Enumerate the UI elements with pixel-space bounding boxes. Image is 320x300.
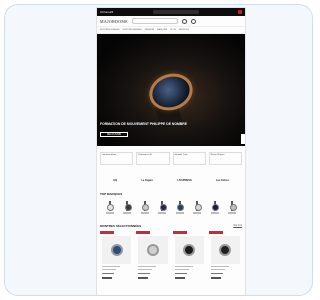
product-name-line	[210, 268, 225, 270]
watch-face	[194, 204, 202, 211]
main-nav: MONTRES HOMMES MONTRES FEMMES PREMIUM MA…	[97, 27, 245, 34]
product-name-line	[138, 268, 153, 270]
watch-face	[107, 204, 115, 211]
watch-face	[212, 204, 220, 211]
product-name-line	[102, 265, 120, 267]
nav-item[interactable]: MONTRES FEMMES	[123, 29, 142, 31]
product-price	[210, 276, 221, 279]
hero-watch-image	[144, 68, 198, 116]
stock-status	[174, 272, 187, 274]
product-card[interactable]	[100, 230, 133, 281]
product-grid	[97, 228, 245, 281]
site-logo[interactable]: MAJORDOME	[100, 19, 128, 24]
product-name-line	[138, 265, 157, 267]
mini-watch-label	[158, 212, 167, 214]
flag-icon[interactable]	[238, 10, 242, 14]
product-watch	[219, 243, 232, 256]
watch-face	[159, 204, 167, 211]
stock-status	[102, 272, 114, 274]
product-watch	[110, 243, 123, 256]
product-card[interactable]	[136, 230, 169, 281]
topbar-promo	[152, 10, 199, 14]
press-logo: L'EXPRESS	[177, 179, 192, 182]
mini-watch-row	[97, 196, 245, 211]
see-all-link[interactable]: Voir tout	[233, 224, 242, 227]
product-name-line	[174, 268, 189, 270]
product-price	[138, 276, 149, 279]
watch-face	[142, 204, 150, 211]
product-watch	[183, 243, 196, 256]
press-logo: Les Echos	[215, 179, 229, 182]
nav-item[interactable]: PREMIUM	[145, 29, 154, 31]
sale-badge	[100, 230, 114, 234]
mini-watch[interactable]	[124, 201, 132, 211]
press-logo: Le Figaro	[141, 179, 154, 182]
mini-watch[interactable]	[177, 201, 185, 211]
mini-watch[interactable]	[159, 201, 167, 211]
mini-watch-label	[140, 212, 149, 214]
sale-badge	[136, 230, 151, 234]
watch-face	[229, 204, 237, 211]
mini-watch[interactable]	[212, 201, 220, 211]
product-name-line	[210, 265, 229, 267]
website-screenshot: Chrono24 MAJORDOME MONTRES HOMMES MONTRE…	[96, 7, 246, 295]
sale-badge	[172, 230, 187, 234]
nav-item[interactable]: MARQUES	[157, 29, 167, 31]
mini-watch[interactable]	[229, 201, 237, 211]
product-image	[138, 235, 168, 264]
mini-watch-label	[175, 212, 184, 214]
nav-item[interactable]: SERVICES	[179, 29, 189, 31]
promo-box[interactable]: Paiement en 3x	[136, 152, 170, 165]
mini-watch-label	[228, 212, 237, 214]
topbar-text: Chrono24	[100, 10, 114, 14]
search-input[interactable]	[132, 18, 179, 24]
press-logos: GQ Le Figaro L'EXPRESS Les Echos	[97, 165, 245, 182]
mini-watch-label	[193, 212, 202, 214]
mini-watch-label	[105, 212, 114, 214]
hero-title: FORMATION DE MOUVEMENT PHILIPPE DE NOMBR…	[100, 122, 187, 126]
promo-box[interactable]: Garantie 2 ans	[172, 152, 206, 165]
preview-card: Chrono24 MAJORDOME MONTRES HOMMES MONTRE…	[4, 4, 313, 296]
top-bar: Chrono24	[97, 8, 245, 16]
mini-watch[interactable]	[142, 201, 150, 211]
product-card[interactable]	[172, 230, 206, 281]
nav-item[interactable]: BLOG	[170, 29, 176, 31]
promo-row: Livraison offerte Paiement en 3x Garanti…	[97, 146, 245, 165]
product-image	[210, 235, 240, 264]
nav-item[interactable]: MONTRES HOMMES	[100, 29, 120, 31]
promo-box[interactable]: Livraison offerte	[100, 152, 134, 165]
stock-status	[138, 272, 151, 274]
product-name-line	[102, 268, 116, 270]
watch-face	[124, 204, 132, 211]
sale-badge	[208, 230, 223, 234]
site-header: MAJORDOME	[97, 16, 245, 27]
watch-face	[177, 204, 185, 211]
products-title: MONTRES SÉLECTIONNÉES	[100, 223, 142, 228]
promo-box[interactable]: Retour 30 jours	[208, 152, 242, 165]
product-price	[102, 276, 112, 279]
top-brands-title: TOP MARQUES	[100, 192, 123, 196]
hero-cta-button[interactable]: DÉCOUVRIR	[100, 132, 128, 137]
product-image	[174, 235, 204, 264]
stock-status	[210, 272, 223, 274]
cart-icon[interactable]	[191, 18, 197, 24]
product-card[interactable]	[208, 230, 242, 281]
products-header: MONTRES SÉLECTIONNÉES Voir tout	[97, 214, 245, 228]
mini-watch-label	[123, 212, 132, 214]
product-price	[174, 276, 185, 279]
hero-side-tab[interactable]	[241, 134, 245, 144]
product-name-line	[174, 265, 193, 267]
hero-banner[interactable]: FORMATION DE MOUVEMENT PHILIPPE DE NOMBR…	[97, 34, 245, 146]
mini-watch-label	[210, 212, 219, 214]
product-image	[102, 235, 132, 264]
mini-watch[interactable]	[194, 201, 202, 211]
mini-watch[interactable]	[107, 201, 115, 211]
product-watch	[146, 243, 159, 256]
press-logo: GQ	[113, 179, 118, 182]
account-icon[interactable]	[182, 18, 188, 24]
